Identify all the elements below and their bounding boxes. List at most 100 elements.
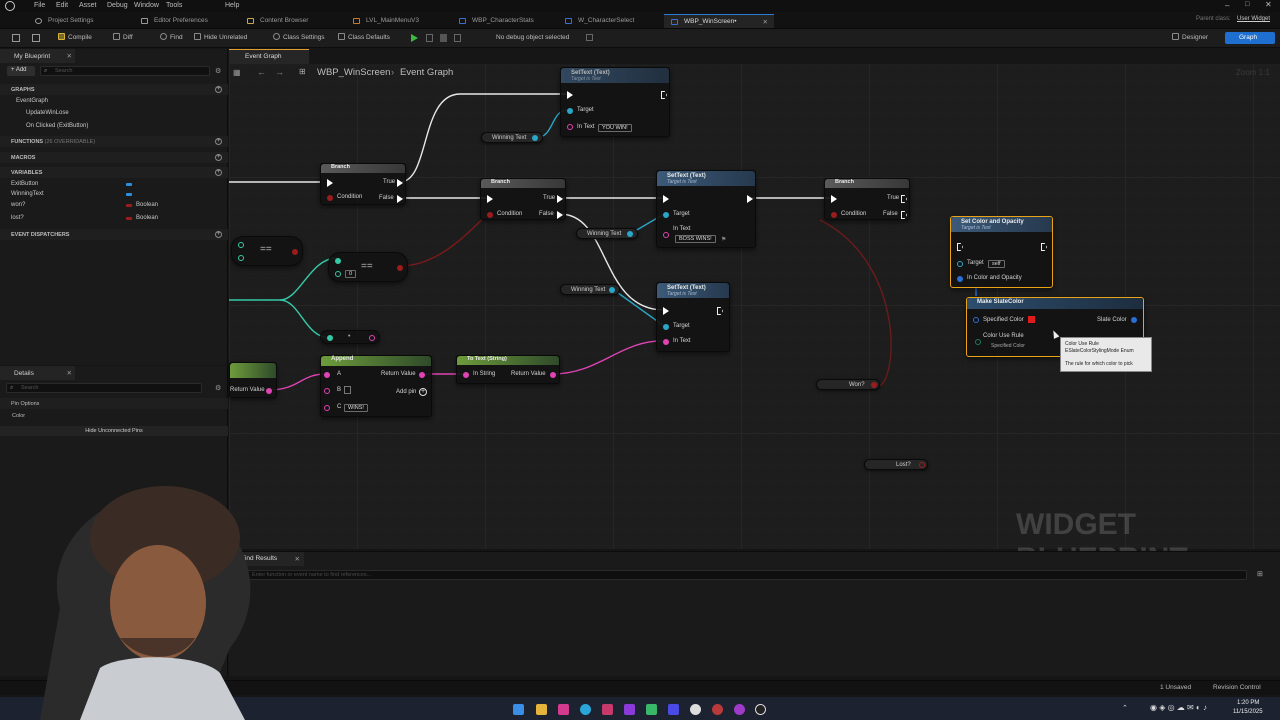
breadcrumb-graph[interactable]: Event Graph — [400, 67, 453, 78]
equal-node-2[interactable]: == 0 — [328, 252, 408, 282]
functions-section[interactable]: FUNCTIONS (26 OVERRIDABLE) + — [0, 136, 228, 147]
close-window-icon[interactable]: ✕ — [1265, 0, 1272, 9]
graph-mode-button[interactable]: Graph — [1225, 32, 1275, 44]
exec-false-pin[interactable] — [901, 211, 907, 219]
branch-node-2[interactable]: Branch Condition True False — [480, 178, 566, 220]
output-pin[interactable] — [919, 462, 925, 468]
return-value-pin[interactable] — [419, 372, 425, 378]
event-dispatchers-section[interactable]: EVENT DISPATCHERS + — [0, 229, 228, 240]
back-arrow-icon[interactable]: ← — [257, 67, 266, 77]
lost-getter[interactable]: Lost? — [864, 459, 928, 470]
eject-icon[interactable] — [454, 34, 461, 42]
input-c-literal[interactable]: WINS! — [344, 404, 368, 412]
tray-chevron-icon[interactable]: ⌃ — [1122, 704, 1128, 712]
event-item-updatewinlose[interactable]: UpdateWinLose — [26, 110, 69, 116]
unreal-logo-icon[interactable] — [5, 1, 15, 11]
find-button[interactable]: Find — [160, 33, 183, 41]
menu-asset[interactable]: Asset — [79, 2, 97, 9]
forward-arrow-icon[interactable]: → — [275, 67, 284, 77]
color-swatch[interactable] — [1027, 315, 1036, 324]
localize-flag-icon[interactable]: ⚑ — [721, 236, 726, 243]
tab-details[interactable]: Details ✕ — [0, 366, 75, 380]
unsaved-indicator[interactable]: 1 Unsaved — [1160, 684, 1191, 691]
menu-edit[interactable]: Edit — [56, 2, 68, 9]
play-icon[interactable] — [411, 34, 418, 42]
winning-text-getter[interactable]: Winning Text — [560, 284, 620, 295]
hide-unconnected-pins-button[interactable]: Hide Unconnected Pins — [0, 426, 228, 436]
add-macro-icon[interactable]: + — [215, 154, 222, 161]
menu-help[interactable]: Help — [225, 2, 239, 9]
find-results-search-input[interactable]: ⌕ Enter function or event name to find r… — [235, 570, 1247, 580]
in-text-literal[interactable]: BOSS WINS! — [675, 235, 716, 243]
winning-text-getter[interactable]: Winning Text — [481, 132, 543, 143]
tab-content-browser[interactable]: Content Browser — [240, 14, 316, 28]
to-text-string-node[interactable]: To Text (String) In String Return Value — [456, 355, 560, 384]
maximize-icon[interactable]: □ — [1245, 1, 1249, 8]
compile-button[interactable]: Compile — [58, 33, 92, 41]
specified-color-pin[interactable] — [973, 317, 979, 323]
settings-icon[interactable]: ⚙ — [215, 384, 221, 392]
exec-true-pin[interactable] — [397, 179, 403, 187]
input-a-pin[interactable] — [335, 258, 341, 264]
save-icon[interactable] — [12, 34, 20, 42]
app-icon[interactable] — [712, 704, 723, 715]
output-pin[interactable] — [627, 231, 633, 237]
target-pin[interactable] — [957, 261, 963, 267]
condition-pin[interactable] — [327, 195, 333, 201]
in-string-pin[interactable] — [463, 372, 469, 378]
stop-icon[interactable] — [440, 34, 447, 42]
designer-button[interactable]: Designer — [1172, 33, 1208, 41]
details-search-input[interactable]: ⌕ Search — [6, 383, 202, 393]
menu-debug[interactable]: Debug — [107, 2, 128, 9]
app-icon[interactable] — [668, 704, 679, 715]
debug-object-select[interactable]: No debug object selected — [496, 34, 569, 41]
tab-my-blueprint[interactable]: My Blueprint ✕ — [0, 49, 75, 63]
app-icon[interactable] — [602, 704, 613, 715]
input-b-pin[interactable] — [324, 388, 330, 394]
menu-file[interactable]: File — [34, 2, 45, 9]
close-tab-icon[interactable]: ✕ — [763, 18, 768, 26]
in-text-literal[interactable]: YOU WIN! — [598, 124, 632, 132]
app-icon[interactable] — [558, 704, 569, 715]
color-use-rule-dropdown[interactable]: Specified Color — [991, 343, 1025, 349]
tray-icons[interactable]: ◉ ◈ ◎ ☁ ✉ ◐ ♪ — [1150, 703, 1207, 712]
settings-icon[interactable]: ⚙ — [215, 67, 221, 75]
input-a-pin[interactable] — [238, 242, 244, 248]
exec-in-pin[interactable] — [957, 243, 963, 251]
browse-icon[interactable] — [32, 34, 40, 42]
variable-row[interactable]: ExitButton — [0, 180, 228, 190]
input-c-pin[interactable] — [324, 405, 330, 411]
graphs-section[interactable]: GRAPHS + — [0, 84, 228, 95]
breadcrumb-blueprint[interactable]: WBP_WinScreen — [317, 67, 390, 78]
conversion-node[interactable]: • — [320, 330, 380, 344]
result-pin[interactable] — [292, 249, 298, 255]
app-icon[interactable] — [646, 704, 657, 715]
exec-out-pin[interactable] — [1041, 243, 1047, 251]
partial-function-node[interactable]: Return Value — [229, 362, 277, 398]
output-pin[interactable] — [609, 287, 615, 293]
diff-button[interactable]: Diff — [113, 33, 133, 41]
input-b-pin[interactable] — [335, 271, 341, 277]
color-use-rule-pin[interactable] — [975, 339, 981, 345]
settext-node-top[interactable]: SetText (Text) Target is Text Target In T… — [560, 67, 670, 137]
graph-item-eventgraph[interactable]: EventGraph — [16, 98, 48, 104]
add-pin-icon[interactable]: + — [419, 388, 427, 396]
exec-true-pin[interactable] — [901, 195, 907, 203]
output-pin[interactable] — [369, 335, 375, 341]
in-text-pin[interactable] — [663, 339, 669, 345]
variables-section[interactable]: VARIABLES + — [0, 167, 228, 178]
tab-editor-preferences[interactable]: Editor Preferences — [134, 14, 216, 28]
input-b-pin[interactable] — [238, 255, 244, 261]
close-panel-icon[interactable]: ✕ — [67, 52, 72, 60]
slate-color-out-pin[interactable] — [1131, 317, 1137, 323]
class-settings-button[interactable]: Class Settings — [273, 33, 325, 41]
exec-false-pin[interactable] — [557, 211, 563, 219]
tab-lvl-mainmenu[interactable]: LVL_MainMenuV3 — [346, 14, 427, 28]
tab-wbp-characterstats[interactable]: WBP_CharacterStats — [452, 14, 542, 28]
variable-row[interactable]: won? Boolean — [0, 201, 228, 211]
exec-in-pin[interactable] — [487, 195, 493, 203]
pin-options-section[interactable]: Pin Options — [0, 398, 228, 409]
settext-node-lower[interactable]: SetText (Text) Target is Text Target In T… — [656, 282, 730, 352]
debug-filter-icon[interactable] — [586, 34, 593, 41]
exec-in-pin[interactable] — [567, 91, 573, 99]
